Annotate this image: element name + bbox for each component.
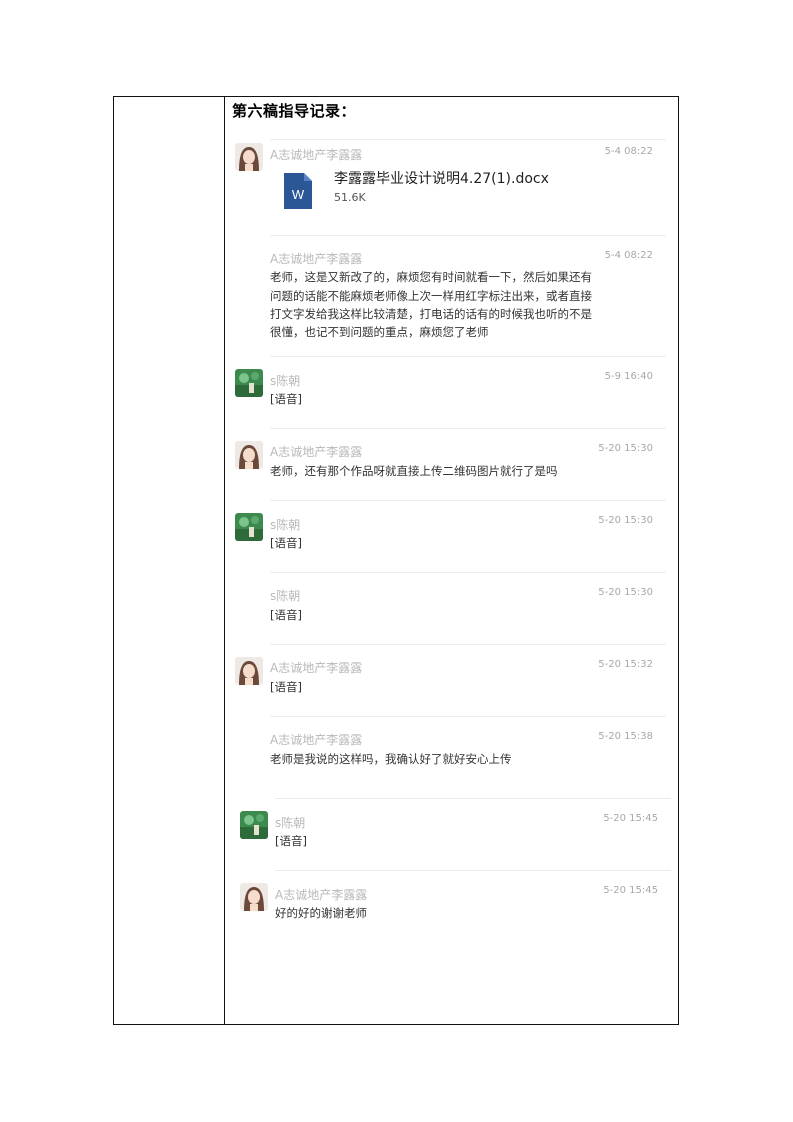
message-time: 5-20 15:30 (598, 515, 653, 526)
message-divider (275, 798, 671, 799)
message-sender: s陈朝 (270, 518, 301, 532)
message-line: 打文字发给我这样比较清楚，打电话的话有的时候我也听的不是 (270, 307, 592, 321)
landscape-avatar-icon (235, 513, 263, 541)
girl-avatar-icon (235, 657, 263, 685)
message-divider (270, 428, 666, 429)
message-time: 5-4 08:22 (604, 146, 653, 157)
message-line: 老师，这是又新改了的，麻烦您有时间就看一下，然后如果还有 (270, 270, 592, 284)
avatar[interactable] (240, 811, 268, 839)
message-line[interactable]: [语音] (270, 534, 302, 553)
avatar[interactable] (235, 657, 263, 685)
message-divider (270, 572, 666, 573)
avatar[interactable] (235, 513, 263, 541)
avatar[interactable] (235, 143, 263, 171)
girl-avatar-icon (240, 883, 268, 911)
message-sender: A志诚地产李露露 (270, 733, 363, 747)
message-time: 5-20 15:45 (603, 885, 658, 896)
message-line[interactable]: [语音] (270, 390, 302, 409)
landscape-avatar-icon (235, 369, 263, 397)
message-line[interactable]: [语音] (275, 832, 307, 851)
message-time: 5-20 15:30 (598, 587, 653, 598)
message-sender: A志诚地产李露露 (270, 148, 363, 162)
message-sender: A志诚地产李露露 (270, 661, 363, 675)
section-title: 第六稿指导记录： (232, 102, 357, 120)
message-time: 5-20 15:38 (598, 731, 653, 742)
message-divider (275, 870, 671, 871)
file-size: 51.6K (334, 191, 366, 204)
girl-avatar-icon (235, 143, 263, 171)
girl-avatar-icon (235, 441, 263, 469)
message-divider (270, 139, 666, 140)
message-sender: A志诚地产李露露 (275, 888, 368, 902)
svg-text:W: W (292, 187, 305, 202)
message-time: 5-9 16:40 (604, 371, 653, 382)
message-sender: s陈朝 (270, 374, 301, 388)
avatar[interactable] (240, 883, 268, 911)
message-line: 好的好的谢谢老师 (275, 906, 367, 920)
message-line: 老师是我说的这样吗，我确认好了就好安心上传 (270, 752, 512, 766)
table-column-divider (224, 97, 225, 1024)
message-divider (270, 644, 666, 645)
message-sender: A志诚地产李露露 (270, 445, 363, 459)
message-line: 老师，还有那个作品呀就直接上传二维码图片就行了是吗 (270, 464, 558, 478)
message-time: 5-20 15:32 (598, 659, 653, 670)
message-line[interactable]: [语音] (270, 606, 302, 625)
message-sender: A志诚地产李露露 (270, 252, 363, 266)
message-time: 5-4 08:22 (604, 250, 653, 261)
avatar[interactable] (235, 369, 263, 397)
message-sender: s陈朝 (275, 816, 306, 830)
landscape-avatar-icon (240, 811, 268, 839)
message-line: 很懂，也记不到问题的重点，麻烦您了老师 (270, 325, 489, 339)
message-divider (270, 500, 666, 501)
message-time: 5-20 15:30 (598, 443, 653, 454)
message-divider (270, 356, 666, 357)
message-divider (270, 716, 666, 717)
word-doc-icon[interactable]: W (284, 173, 312, 209)
message-time: 5-20 15:45 (603, 813, 658, 824)
file-name[interactable]: 李露露毕业设计说明4.27(1).docx (334, 168, 549, 188)
message-divider (270, 235, 666, 236)
message-line: 问题的话能不能麻烦老师像上次一样用红字标注出来，或者直接 (270, 289, 592, 303)
message-sender: s陈朝 (270, 589, 301, 603)
message-line[interactable]: [语音] (270, 678, 302, 697)
avatar[interactable] (235, 441, 263, 469)
